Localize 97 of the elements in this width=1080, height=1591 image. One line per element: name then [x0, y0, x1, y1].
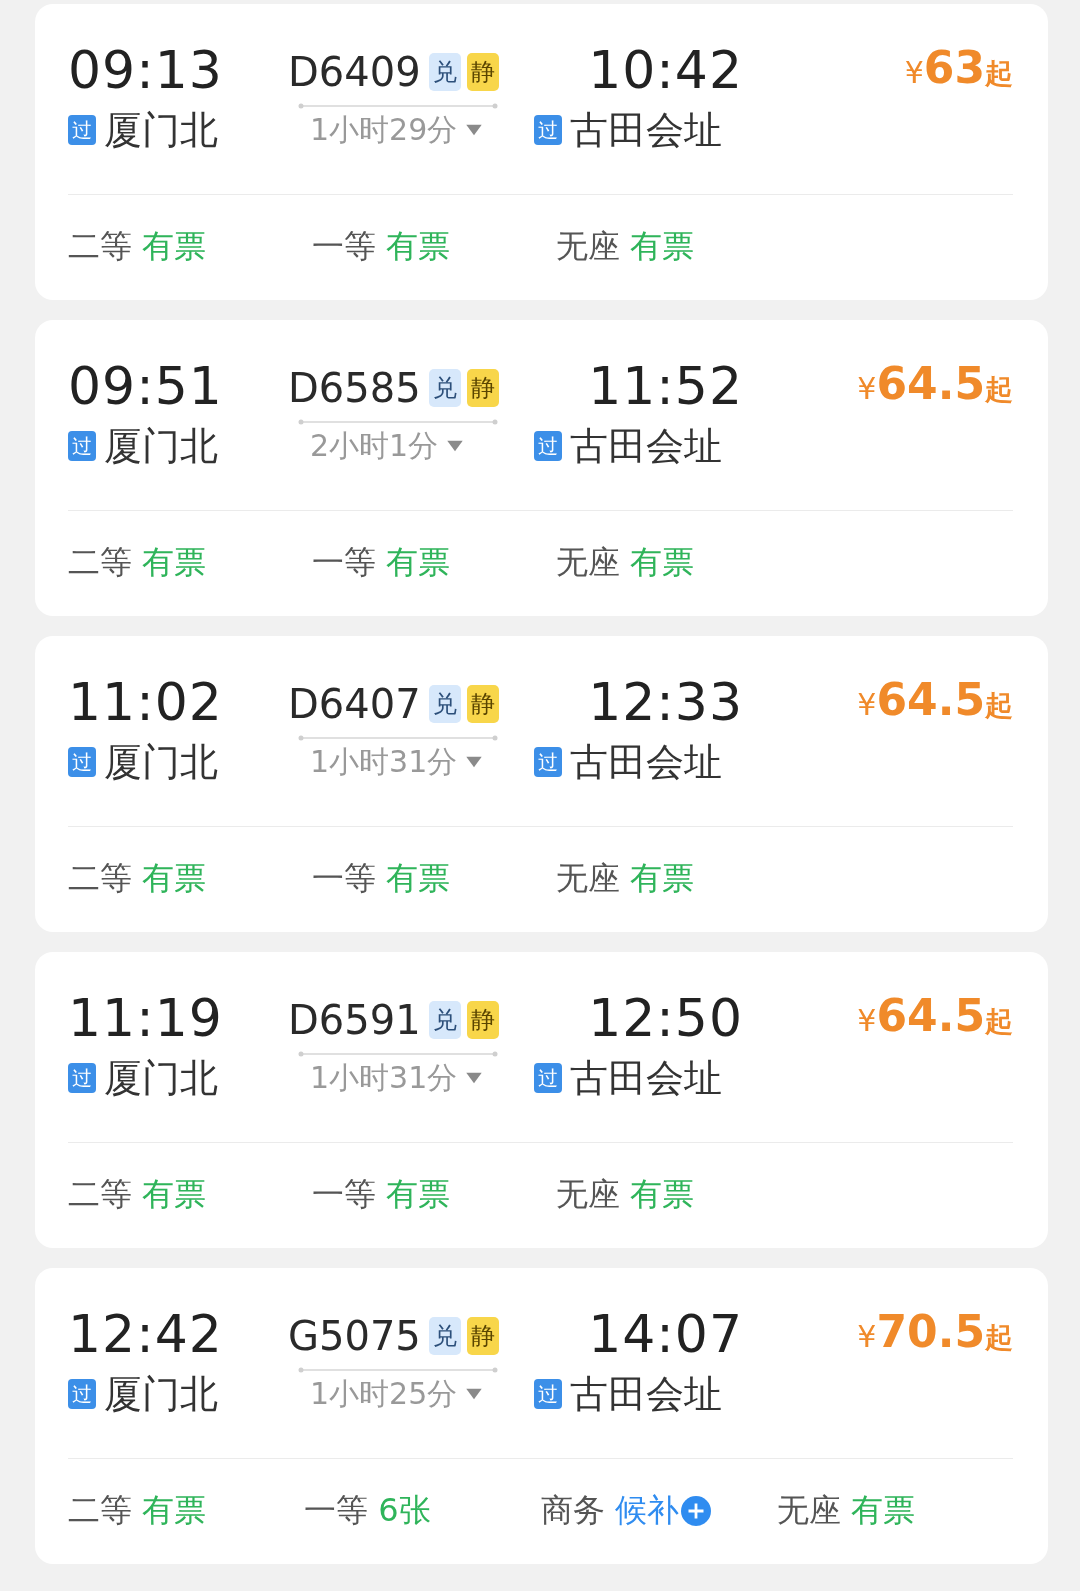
seat-class: 一等 — [312, 1174, 376, 1215]
departure-time: 11:02 — [68, 671, 224, 734]
seat-status: 有票 — [142, 542, 206, 583]
seat-status: 有票 — [142, 226, 206, 267]
train-card[interactable]: 09:51 过 厦门北 D6585 兑 静 2小时1分 11:52 过 古田会址 ¥64.5起 二等 有票 一等 有票 无座 有票 — [35, 320, 1048, 616]
seat-status: 有票 — [630, 858, 694, 899]
departure-station: 厦门北 — [104, 107, 218, 154]
seat-status: 6张 — [378, 1490, 431, 1531]
train-number: G5075 — [288, 1312, 421, 1360]
seat-class: 一等 — [312, 542, 376, 583]
departure-time: 09:51 — [68, 355, 224, 418]
seat-status: 有票 — [142, 1174, 206, 1215]
train-card[interactable]: 11:19 过 厦门北 D6591 兑 静 1小时31分 12:50 过 古田会址 ¥64.5起 二等 有票 一等 有票 无座 有票 — [35, 952, 1048, 1248]
train-tag: 静 — [466, 53, 499, 91]
train-tag: 兑 — [428, 53, 461, 91]
seat-status: 有票 — [630, 226, 694, 267]
seat-status: 有票 — [850, 1490, 915, 1531]
seat-class: 一等 — [312, 226, 376, 267]
arrival-station: 古田会址 — [570, 423, 722, 470]
seat-class: 二等 — [68, 858, 132, 899]
seat-class: 一等 — [312, 858, 376, 899]
seat-status: 有票 — [386, 226, 450, 267]
price: ¥70.5起 — [857, 1305, 1013, 1359]
caret-icon[interactable] — [465, 756, 484, 768]
departure-time: 11:19 — [68, 987, 224, 1050]
departure-time: 12:42 — [68, 1303, 224, 1366]
seat-class: 无座 — [556, 1174, 620, 1215]
station-badge: 过 — [68, 431, 96, 461]
station-badge: 过 — [68, 115, 96, 145]
departure-station: 厦门北 — [104, 739, 218, 786]
train-card[interactable]: 09:13 过 厦门北 D6409 兑 静 1小时29分 10:42 过 古田会址 ¥63起 二等 有票 一等 有票 无座 有票 — [35, 4, 1048, 300]
arrival-time: 12:33 — [588, 671, 743, 734]
duration: 1小时31分 — [310, 743, 458, 781]
seat-class: 二等 — [68, 1174, 132, 1215]
station-badge: 过 — [68, 1063, 96, 1093]
train-tag: 兑 — [428, 369, 461, 407]
station-badge: 过 — [534, 115, 562, 145]
caret-icon[interactable] — [446, 440, 465, 452]
arrival-time: 12:50 — [588, 987, 743, 1050]
caret-icon[interactable] — [465, 1388, 484, 1400]
price: ¥64.5起 — [857, 673, 1013, 727]
train-tag: 静 — [466, 369, 499, 407]
train-tag: 静 — [466, 1001, 499, 1039]
arrival-station: 古田会址 — [570, 1371, 722, 1418]
station-badge: 过 — [534, 747, 562, 777]
duration: 1小时29分 — [310, 111, 458, 149]
train-tag: 静 — [466, 1317, 499, 1355]
departure-station: 厦门北 — [104, 423, 218, 470]
seat-class: 二等 — [68, 226, 132, 267]
train-number: D6409 — [288, 48, 421, 96]
departure-station: 厦门北 — [104, 1055, 218, 1102]
seat-status: 有票 — [142, 1490, 206, 1531]
seat-status: 有票 — [386, 858, 450, 899]
train-card[interactable]: 12:42 过 厦门北 G5075 兑 静 1小时25分 14:07 过 古田会址 ¥70.5起 二等 有票 一等 6张 商务 候补 无座 有票 — [35, 1268, 1048, 1564]
departure-time: 09:13 — [68, 39, 224, 102]
station-badge: 过 — [68, 1379, 96, 1409]
caret-icon[interactable] — [465, 1072, 484, 1084]
arrival-station: 古田会址 — [570, 739, 722, 786]
seat-class: 无座 — [556, 542, 620, 583]
seat-status: 有票 — [630, 542, 694, 583]
arrival-time: 10:42 — [588, 39, 743, 102]
seat-status: 有票 — [386, 542, 450, 583]
train-card[interactable]: 11:02 过 厦门北 D6407 兑 静 1小时31分 12:33 过 古田会址 ¥64.5起 二等 有票 一等 有票 无座 有票 — [35, 636, 1048, 932]
arrival-station: 古田会址 — [570, 1055, 722, 1102]
train-tag: 兑 — [428, 1317, 461, 1355]
seat-class: 无座 — [556, 858, 620, 899]
seat-class: 一等 — [304, 1490, 369, 1531]
price: ¥64.5起 — [857, 989, 1013, 1043]
seat-class: 商务 — [540, 1490, 605, 1531]
station-badge: 过 — [534, 431, 562, 461]
duration: 1小时31分 — [310, 1059, 458, 1097]
seat-class: 二等 — [68, 1490, 132, 1531]
train-tag: 兑 — [428, 1001, 461, 1039]
departure-station: 厦门北 — [104, 1371, 218, 1418]
seat-status: 有票 — [386, 1174, 450, 1215]
seat-class: 二等 — [68, 542, 132, 583]
seat-status: 有票 — [142, 858, 206, 899]
train-number: D6585 — [288, 364, 421, 412]
seat-class: 无座 — [556, 226, 620, 267]
arrival-time: 14:07 — [588, 1303, 743, 1366]
duration: 2小时1分 — [310, 427, 439, 465]
caret-icon[interactable] — [465, 124, 484, 136]
train-number: D6591 — [288, 996, 421, 1044]
seat-class: 无座 — [776, 1490, 841, 1531]
price: ¥64.5起 — [857, 357, 1013, 411]
duration: 1小时25分 — [310, 1375, 458, 1413]
seat-status: 有票 — [630, 1174, 694, 1215]
station-badge: 过 — [534, 1379, 562, 1409]
station-badge: 过 — [534, 1063, 562, 1093]
train-number: D6407 — [288, 680, 421, 728]
train-tag: 静 — [466, 685, 499, 723]
station-badge: 过 — [68, 747, 96, 777]
add-icon[interactable] — [680, 1496, 711, 1526]
arrival-station: 古田会址 — [570, 107, 722, 154]
arrival-time: 11:52 — [588, 355, 743, 418]
train-tag: 兑 — [428, 685, 461, 723]
price: ¥63起 — [904, 41, 1013, 95]
